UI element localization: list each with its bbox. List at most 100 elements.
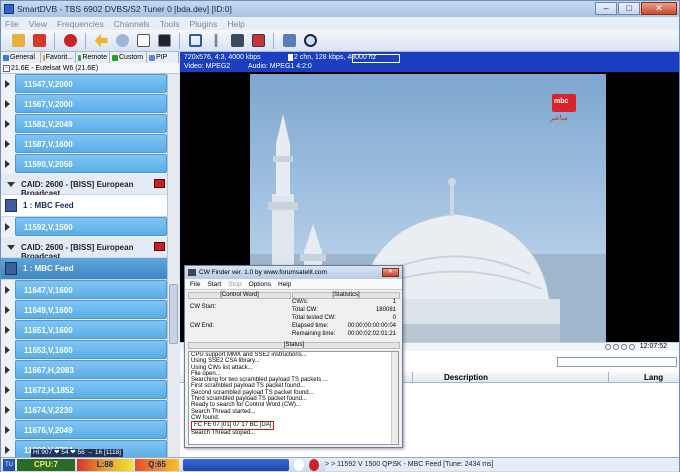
screen-icon[interactable]: [280, 32, 298, 50]
tab-label: General: [10, 54, 35, 61]
tab-general[interactable]: General: [1, 52, 41, 63]
tab-label: Custom: [119, 54, 144, 61]
log-scrollbar[interactable]: [391, 352, 398, 444]
caid-row[interactable]: CAID: 2600 - [BISS] European Broadcast: [1, 237, 167, 261]
stat-label-total-cw: Total CW:: [292, 307, 318, 313]
frequency-row[interactable]: 11647,V,1600: [5, 280, 167, 299]
frequency-label: 11567,V,2000: [24, 100, 73, 109]
list-icon[interactable]: [134, 32, 152, 50]
fullscreen-icon[interactable]: [186, 32, 204, 50]
schedule-icon[interactable]: [113, 32, 131, 50]
speaker-icon: [288, 54, 293, 61]
frequency-row[interactable]: 11674,V,2230: [5, 400, 167, 419]
frequency-row[interactable]: 11592,V,1500: [5, 217, 167, 236]
delete-icon[interactable]: [30, 32, 48, 50]
cw-menu-help[interactable]: Help: [278, 279, 291, 289]
frequency-row[interactable]: 11667,H,2083: [5, 360, 167, 379]
channel-tabs: General Favorit... Remote Custom PIP: [1, 52, 179, 63]
tab-pip[interactable]: PIP: [147, 52, 179, 63]
frequency-row[interactable]: 11567,V,2000: [5, 94, 167, 113]
scroll-thumb[interactable]: [169, 284, 178, 344]
menu-tools[interactable]: Tools: [160, 19, 180, 29]
close-button[interactable]: ✕: [641, 2, 677, 15]
cw-finder-close-button[interactable]: ✕: [382, 268, 399, 277]
channel-list-scrollbar[interactable]: [167, 74, 179, 457]
tab-label: Favorit...: [45, 54, 73, 61]
frequency-row[interactable]: 11653,V,1600: [5, 340, 167, 359]
satellite-node[interactable]: - 21.6E - Eutelsat W6 (21.6E): [1, 63, 179, 74]
expand-arrow-icon[interactable]: [5, 286, 10, 294]
zoom-icon[interactable]: [301, 32, 319, 50]
column-description[interactable]: Description: [444, 373, 488, 382]
caid-row[interactable]: CAID: 2600 - [BISS] European Broadcast: [1, 174, 167, 198]
menu-channels[interactable]: Channels: [114, 19, 150, 29]
frequency-label: 11587,V,1600: [24, 140, 73, 149]
frequency-row[interactable]: 11649,V,1600: [5, 300, 167, 319]
forward-icon[interactable]: [629, 344, 635, 350]
general-icon: [3, 54, 9, 61]
frequency-row[interactable]: 11672,H,1852: [5, 380, 167, 399]
expand-arrow-icon[interactable]: [5, 223, 10, 231]
mute-icon[interactable]: [294, 459, 304, 471]
frequency-row[interactable]: 11676,V,2049: [5, 420, 167, 439]
collapse-icon[interactable]: -: [3, 65, 10, 72]
cw-menu-start[interactable]: Start: [207, 279, 221, 289]
pause-icon[interactable]: [621, 344, 627, 350]
frequency-row[interactable]: 11582,V,2049: [5, 114, 167, 133]
frequency-row[interactable]: 11547,V,2000: [5, 74, 167, 93]
tab-remote[interactable]: Remote: [76, 52, 110, 63]
expand-arrow-icon[interactable]: [5, 100, 10, 108]
expand-arrow-icon[interactable]: [5, 140, 10, 148]
expand-arrow-icon[interactable]: [5, 120, 10, 128]
volume-slider[interactable]: [183, 459, 289, 471]
stat-value-total-tested: 0: [392, 315, 396, 321]
channel-row-selected[interactable]: 1 : MBC Feed: [1, 258, 167, 280]
expand-arrow-icon[interactable]: [5, 326, 10, 334]
menu-help[interactable]: Help: [227, 19, 244, 29]
expand-arrow-icon[interactable]: [5, 386, 10, 394]
expand-arrow-icon[interactable]: [5, 426, 10, 434]
frequency-row[interactable]: 11590,V,2056: [5, 154, 167, 173]
tv-icon[interactable]: [155, 32, 173, 50]
maximize-button[interactable]: □: [618, 2, 640, 15]
channel-row[interactable]: 1 : MBC Feed: [1, 195, 167, 217]
back-arrow-icon[interactable]: [92, 32, 110, 50]
rewind-icon[interactable]: [605, 344, 611, 350]
record-icon[interactable]: [61, 32, 79, 50]
expand-arrow-icon[interactable]: [5, 366, 10, 374]
tab-custom[interactable]: Custom: [110, 52, 147, 63]
column-lang[interactable]: Lang: [644, 373, 663, 382]
capture-icon[interactable]: [228, 32, 246, 50]
expand-arrow-icon[interactable]: [5, 446, 10, 454]
packet-counters: HI 907 ❤ 54 ❤ 56 → 16 [1118]: [31, 449, 123, 457]
menu-file[interactable]: File: [5, 19, 19, 29]
menu-frequencies[interactable]: Frequencies: [57, 19, 104, 29]
minimize-button[interactable]: –: [595, 2, 617, 15]
stream-select[interactable]: [557, 357, 677, 367]
expand-arrow-icon[interactable]: [5, 80, 10, 88]
menu-view[interactable]: View: [29, 19, 47, 29]
cw-finder-dialog: CW Finder ver. 1.0 by www.forumsatelit.c…: [184, 265, 403, 448]
expand-arrow-icon[interactable]: [5, 406, 10, 414]
cw-menu-file[interactable]: File: [190, 279, 200, 289]
stat-value-cws: 1: [392, 299, 396, 305]
expand-arrow-icon[interactable]: [5, 346, 10, 354]
tools-icon[interactable]: [207, 32, 225, 50]
tv-status-icon: TU: [3, 459, 15, 471]
app-icon: [4, 4, 14, 14]
menu-plugins[interactable]: Plugins: [190, 19, 218, 29]
cw-menu-options[interactable]: Options: [249, 279, 271, 289]
video-resolution: 720x576, 4:3, 4000 kbps: [184, 54, 261, 61]
folder-open-icon[interactable]: [9, 32, 27, 50]
expand-arrow-icon[interactable]: [5, 160, 10, 168]
tab-favorites[interactable]: Favorit...: [41, 52, 76, 63]
collapse-arrow-icon[interactable]: [7, 245, 15, 250]
frequency-row[interactable]: 11587,V,1600: [5, 134, 167, 153]
play-icon[interactable]: [613, 344, 619, 350]
collapse-arrow-icon[interactable]: [7, 182, 15, 187]
tuned-channel-status: > > 11592 V 1500 QPSK - MBC Feed [Tune: …: [325, 459, 679, 471]
record-status-icon[interactable]: [309, 459, 319, 471]
expand-arrow-icon[interactable]: [5, 306, 10, 314]
epg-icon[interactable]: [249, 32, 267, 50]
frequency-row[interactable]: 11651,V,1600: [5, 320, 167, 339]
